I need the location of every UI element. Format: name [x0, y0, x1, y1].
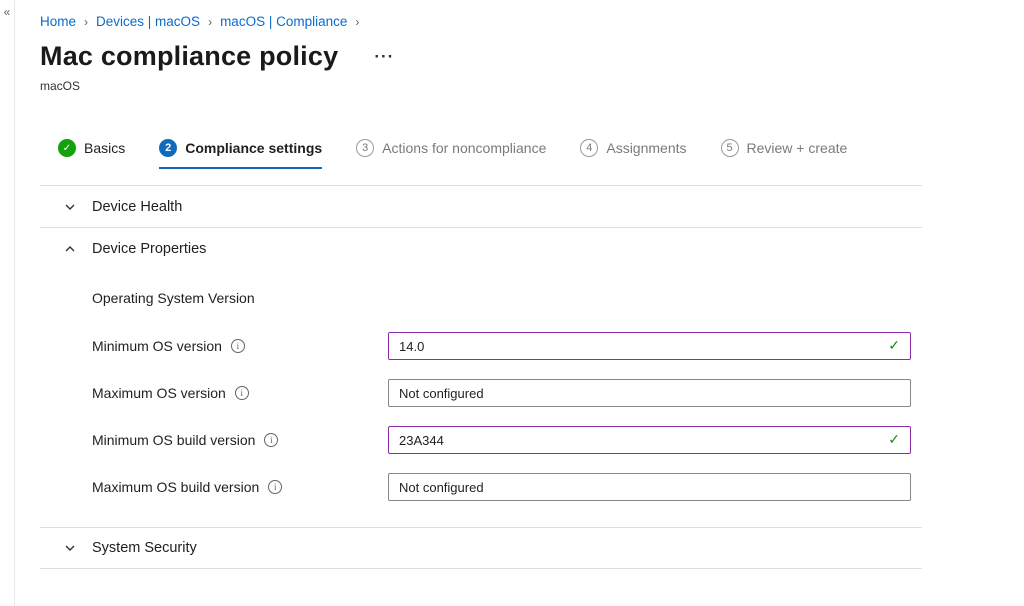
- info-icon[interactable]: i: [235, 386, 249, 400]
- page-title-row: Mac compliance policy ···: [40, 41, 1024, 72]
- wizard-steps: ✓ Basics 2 Compliance settings 3 Actions…: [40, 139, 1024, 169]
- input-wrapper: ✓: [388, 379, 911, 407]
- input-wrapper: ✓: [388, 473, 911, 501]
- section-system-security-label: System Security: [92, 540, 197, 556]
- chevron-up-icon: [64, 243, 76, 255]
- maximum-os-version-label: Maximum OS version: [92, 385, 226, 401]
- field-maximum-os-version: Maximum OS version i ✓: [92, 379, 922, 407]
- field-minimum-os-build-version: Minimum OS build version i ✓: [92, 426, 922, 454]
- os-version-subheading: Operating System Version: [92, 290, 922, 306]
- breadcrumb-separator-icon: ›: [84, 15, 88, 29]
- field-label-group: Minimum OS build version i: [92, 432, 388, 448]
- step-complete-check-icon: ✓: [58, 139, 76, 157]
- breadcrumb-link-home[interactable]: Home: [40, 14, 76, 29]
- field-label-group: Minimum OS version i: [92, 338, 388, 354]
- main-content: Home › Devices | macOS › macOS | Complia…: [16, 0, 1024, 569]
- field-label-group: Maximum OS version i: [92, 385, 388, 401]
- section-device-properties-label: Device Properties: [92, 241, 206, 257]
- section-device-properties[interactable]: Device Properties: [40, 228, 922, 270]
- input-wrapper: ✓: [388, 426, 911, 454]
- tab-review-create[interactable]: 5 Review + create: [721, 139, 848, 169]
- tab-actions-for-noncompliance-label: Actions for noncompliance: [382, 140, 546, 156]
- info-icon[interactable]: i: [231, 339, 245, 353]
- tab-compliance-settings[interactable]: 2 Compliance settings: [159, 139, 322, 169]
- chevron-down-icon: [64, 542, 76, 554]
- breadcrumb-separator-icon: ›: [355, 15, 359, 29]
- minimum-os-version-input[interactable]: [388, 332, 911, 360]
- info-icon[interactable]: i: [268, 480, 282, 494]
- page-subtitle: macOS: [40, 79, 1024, 93]
- step-number-badge: 3: [356, 139, 374, 157]
- section-device-health-label: Device Health: [92, 199, 182, 215]
- minimum-os-build-version-label: Minimum OS build version: [92, 432, 255, 448]
- more-options-button[interactable]: ···: [374, 47, 394, 67]
- step-number-badge: 5: [721, 139, 739, 157]
- tab-compliance-settings-label: Compliance settings: [185, 140, 322, 156]
- maximum-os-build-version-label: Maximum OS build version: [92, 479, 259, 495]
- tab-actions-for-noncompliance[interactable]: 3 Actions for noncompliance: [356, 139, 546, 169]
- field-minimum-os-version: Minimum OS version i ✓: [92, 332, 922, 360]
- tab-assignments[interactable]: 4 Assignments: [580, 139, 686, 169]
- field-maximum-os-build-version: Maximum OS build version i ✓: [92, 473, 922, 501]
- collapsed-sidebar-rail: «: [0, 0, 15, 606]
- compliance-policy-page: « Home › Devices | macOS › macOS | Compl…: [0, 0, 1024, 606]
- collapse-sidebar-button[interactable]: «: [0, 0, 14, 19]
- tab-assignments-label: Assignments: [606, 140, 686, 156]
- tab-basics-label: Basics: [84, 140, 125, 156]
- device-properties-content: Operating System Version Minimum OS vers…: [40, 270, 922, 527]
- chevron-down-icon: [64, 201, 76, 213]
- breadcrumb: Home › Devices | macOS › macOS | Complia…: [40, 14, 1024, 29]
- maximum-os-build-version-input[interactable]: [388, 473, 911, 501]
- settings-panel: Device Health Device Properties Operatin…: [40, 185, 922, 569]
- breadcrumb-link-macos-compliance[interactable]: macOS | Compliance: [220, 14, 347, 29]
- tab-basics[interactable]: ✓ Basics: [58, 139, 125, 169]
- info-icon[interactable]: i: [264, 433, 278, 447]
- minimum-os-build-version-input[interactable]: [388, 426, 911, 454]
- step-number-badge: 4: [580, 139, 598, 157]
- field-label-group: Maximum OS build version i: [92, 479, 388, 495]
- page-title: Mac compliance policy: [40, 41, 338, 72]
- section-system-security[interactable]: System Security: [40, 527, 922, 569]
- section-device-health[interactable]: Device Health: [40, 186, 922, 228]
- breadcrumb-separator-icon: ›: [208, 15, 212, 29]
- step-number-badge: 2: [159, 139, 177, 157]
- tab-review-create-label: Review + create: [747, 140, 848, 156]
- breadcrumb-link-devices-macos[interactable]: Devices | macOS: [96, 14, 200, 29]
- minimum-os-version-label: Minimum OS version: [92, 338, 222, 354]
- input-wrapper: ✓: [388, 332, 911, 360]
- maximum-os-version-input[interactable]: [388, 379, 911, 407]
